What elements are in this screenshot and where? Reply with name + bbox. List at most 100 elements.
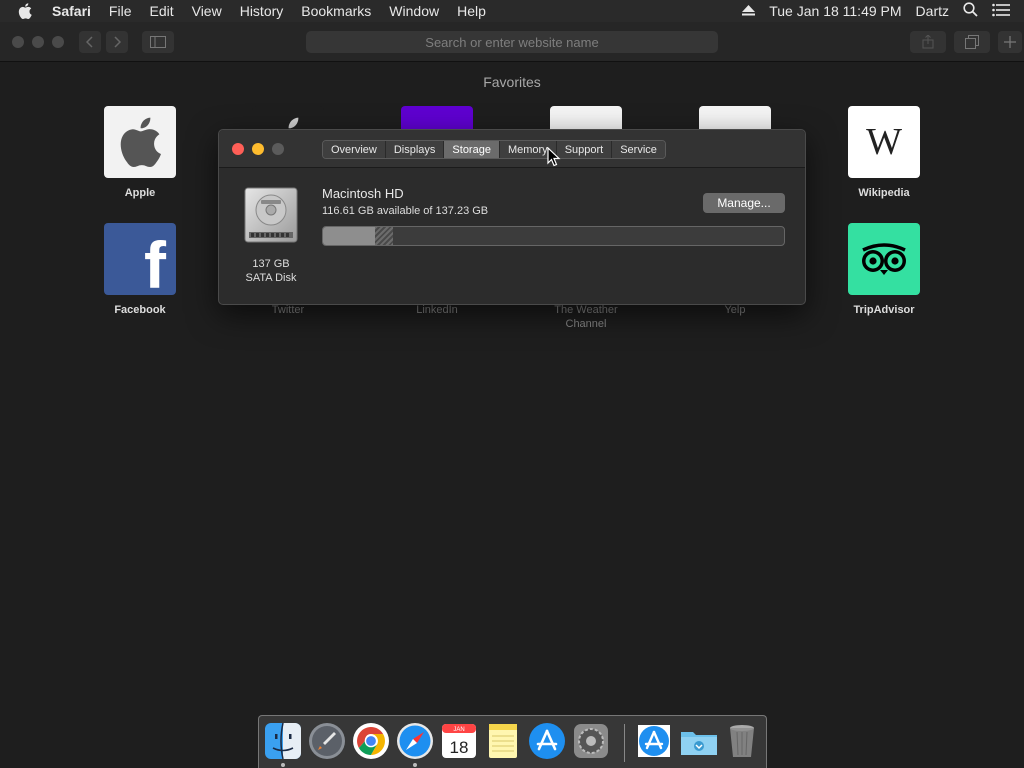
favorite-label: Apple [124, 187, 156, 199]
dock-separator [624, 724, 625, 762]
tabs-overview-icon [965, 35, 979, 49]
menu-history[interactable]: History [240, 3, 284, 19]
menu-file[interactable]: File [109, 3, 132, 19]
volume-name: Macintosh HD [322, 186, 404, 201]
favorite-label: Yelp [724, 304, 746, 316]
disk-type: SATA Disk [245, 272, 297, 284]
dock-notes[interactable] [484, 722, 522, 760]
minimize-window-button[interactable] [32, 36, 44, 48]
hard-disk-icon [241, 186, 301, 246]
safari-toolbar: Search or enter website name [0, 22, 1024, 62]
dock-finder[interactable] [264, 722, 302, 760]
user-name[interactable]: Dartz [916, 3, 949, 19]
menu-window[interactable]: Window [389, 3, 439, 19]
dock-safari[interactable] [396, 722, 434, 760]
spotlight-search-icon[interactable] [963, 2, 978, 20]
tripadvisor-owl-icon [848, 223, 920, 295]
forward-button[interactable] [106, 31, 128, 53]
volume-available: 116.61 GB available of 137.23 GB [322, 205, 489, 217]
chrome-icon [353, 723, 389, 759]
favorite-facebook[interactable]: f Facebook [80, 223, 200, 317]
downloads-folder-icon [681, 732, 717, 755]
storage-used-segment [323, 227, 376, 245]
menu-app-safari[interactable]: Safari [52, 3, 91, 19]
favorite-label: Twitter [271, 304, 305, 316]
share-button[interactable] [910, 31, 946, 53]
favorite-apple[interactable]: Apple [80, 106, 200, 200]
sidebar-icon [150, 36, 166, 48]
back-button[interactable] [79, 31, 101, 53]
calendar-month: JAN [453, 727, 464, 733]
running-indicator [413, 763, 417, 767]
finder-icon [265, 722, 301, 760]
dock-system-preferences[interactable] [572, 722, 610, 760]
menu-bar: Safari File Edit View History Bookmarks … [0, 0, 1024, 22]
minimize-button[interactable] [252, 143, 264, 155]
show-tabs-button[interactable] [954, 31, 990, 53]
dock-downloads-folder[interactable] [679, 722, 717, 760]
favorite-label: Facebook [114, 304, 166, 316]
menu-help[interactable]: Help [457, 3, 486, 19]
notes-icon [489, 724, 517, 758]
chevron-right-icon [114, 36, 121, 48]
manage-button[interactable]: Manage... [703, 193, 785, 213]
tab-support[interactable]: Support [556, 141, 613, 158]
chevron-left-icon [86, 36, 93, 48]
storage-usage-bar[interactable] [322, 226, 785, 246]
clock[interactable]: Tue Jan 18 11:49 PM [769, 3, 901, 19]
favorite-label: Wikipedia [858, 187, 910, 199]
menu-view[interactable]: View [192, 3, 222, 19]
mouse-pointer-icon [547, 146, 561, 167]
zoom-window-button[interactable] [52, 36, 64, 48]
close-button[interactable] [232, 143, 244, 155]
tab-service[interactable]: Service [612, 141, 665, 158]
window-titlebar: Overview Displays Storage Memory Support… [219, 130, 805, 168]
favorite-tripadvisor[interactable]: TripAdvisor [824, 223, 944, 317]
favorite-label: LinkedIn [416, 304, 458, 316]
about-this-mac-window: Overview Displays Storage Memory Support… [218, 129, 806, 305]
calendar-icon: 18 JAN [442, 724, 476, 758]
tab-storage[interactable]: Storage [444, 141, 500, 158]
tab-displays[interactable]: Displays [385, 141, 445, 158]
tab-overview[interactable]: Overview [323, 141, 386, 158]
dock-app-store-downloads[interactable] [635, 722, 673, 760]
dock-launchpad[interactable] [308, 722, 346, 760]
dock-trash[interactable] [723, 722, 761, 760]
favorites-heading: Favorites [483, 74, 541, 90]
gear-icon [574, 724, 608, 758]
disk-size: 137 GB [252, 258, 290, 270]
notification-center-icon[interactable] [992, 3, 1010, 20]
wikipedia-w-icon: W [848, 106, 920, 178]
favorite-label: TripAdvisor [853, 304, 915, 316]
calendar-day: 18 [450, 738, 469, 757]
disk-caption: 137 GB SATA Disk [235, 257, 307, 285]
address-placeholder: Search or enter website name [425, 34, 599, 50]
app-store-icon [529, 723, 565, 759]
tab-segmented-control: Overview Displays Storage Memory Support… [322, 140, 666, 159]
dock-app-store[interactable] [528, 722, 566, 760]
status-area: Tue Jan 18 11:49 PM Dartz [742, 0, 1024, 22]
new-tab-button[interactable] [998, 31, 1022, 53]
menu-edit[interactable]: Edit [149, 3, 173, 19]
dock-chrome[interactable] [352, 722, 390, 760]
eject-icon[interactable] [742, 3, 756, 19]
trash-icon [730, 725, 754, 757]
menu-bookmarks[interactable]: Bookmarks [301, 3, 371, 19]
address-bar[interactable]: Search or enter website name [306, 31, 718, 53]
sidebar-toggle-button[interactable] [142, 31, 174, 53]
plus-icon [1004, 36, 1016, 48]
storage-purgeable-segment [375, 227, 393, 245]
favorite-label: The Weather Channel [554, 304, 618, 330]
close-window-button[interactable] [12, 36, 24, 48]
safari-compass-icon [397, 723, 433, 759]
zoom-button[interactable] [272, 143, 284, 155]
apple-logo-icon [104, 106, 176, 178]
share-icon [922, 35, 934, 49]
app-store-icon [638, 725, 670, 757]
apple-menu-icon[interactable] [18, 3, 36, 19]
facebook-f-icon: f [104, 223, 176, 295]
dock-calendar[interactable]: 18 JAN [440, 722, 478, 760]
dock: 18 JAN [258, 715, 767, 768]
favorite-wikipedia[interactable]: W Wikipedia [824, 106, 944, 200]
running-indicator [281, 763, 285, 767]
